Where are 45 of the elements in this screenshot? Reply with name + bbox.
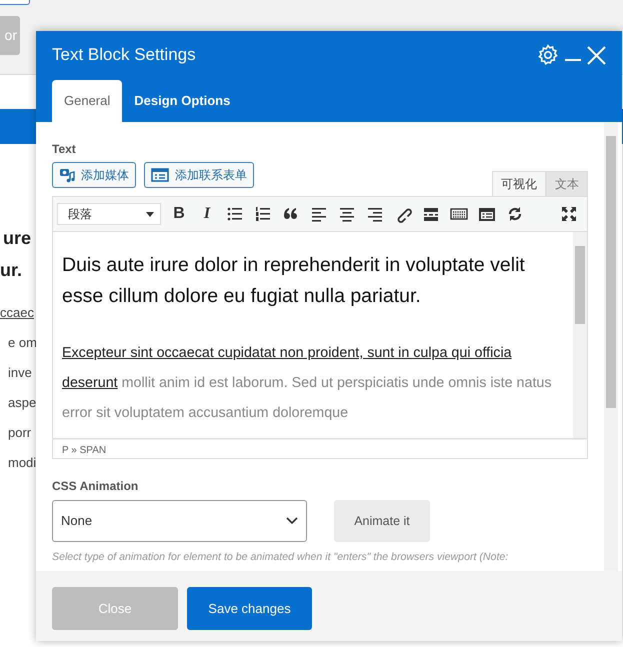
save-button[interactable]: Save changes xyxy=(187,587,312,630)
body-text: aspe xyxy=(8,394,36,412)
body-text: e om xyxy=(8,334,37,352)
body-text: porr xyxy=(8,424,32,442)
refresh-icon[interactable] xyxy=(506,205,524,223)
media-icon xyxy=(59,167,75,183)
editor-tab[interactable]: 文本 xyxy=(546,171,588,196)
read-more-icon[interactable] xyxy=(422,205,440,223)
body-text: inve xyxy=(8,364,32,382)
tab[interactable]: General xyxy=(52,80,122,122)
close-icon[interactable] xyxy=(587,46,606,64)
field-label: CSS Animation xyxy=(52,478,140,495)
dialog-title: Text Block Settings xyxy=(52,45,196,65)
fullscreen-icon[interactable] xyxy=(561,206,577,222)
text-link[interactable]: ccaec xyxy=(0,298,34,328)
element-path: P » SPAN xyxy=(52,439,588,459)
align-right-icon[interactable] xyxy=(366,205,384,223)
numbered-list-icon[interactable] xyxy=(254,205,272,223)
heading-text: ur. xyxy=(0,259,22,282)
editor-tab[interactable]: 可视化 xyxy=(492,171,546,196)
form-icon xyxy=(151,168,169,182)
scrollbar[interactable] xyxy=(604,122,618,571)
format-select[interactable]: 段落 xyxy=(57,203,161,225)
caret-icon xyxy=(146,212,154,216)
bold-button[interactable]: B xyxy=(165,204,193,224)
italic-button[interactable]: I xyxy=(193,204,221,224)
content-heading: Duis aute irure dolor in reprehenderit in voluptate velit esse cillum dolore eu fugiat nulla pariatur. xyxy=(62,253,526,309)
content-paragraph: Excepteur sint occaecat cupidatat non proident, sunt in culpa qui officia deserunt mollit anim id est laborum. Sed ut perspiciatis unde omnis iste natus error sit voluptatem accusantium doloremque xyxy=(62,344,552,423)
add-media-button[interactable]: 添加媒体 xyxy=(52,162,136,188)
align-left-icon[interactable] xyxy=(310,205,328,223)
align-center-icon[interactable] xyxy=(338,205,356,223)
scrollbar[interactable] xyxy=(573,232,587,438)
animate-button[interactable]: Animate it xyxy=(334,500,430,542)
editor-area[interactable] xyxy=(52,232,588,439)
tab[interactable]: Design Options xyxy=(122,80,242,122)
add-form-button[interactable]: 添加联系表单 xyxy=(144,162,254,188)
heading-text: ure xyxy=(3,227,32,250)
animation-select[interactable]: None xyxy=(52,500,307,542)
help-text: Select type of animation for element to be animated when it "enters" the browsers viewport (Note: xyxy=(52,550,510,565)
field-label: Text xyxy=(52,141,77,158)
bullet-list-icon[interactable] xyxy=(226,205,244,223)
form-icon[interactable] xyxy=(478,205,496,223)
body-text: modi xyxy=(8,454,36,472)
settings-icon[interactable] xyxy=(537,44,559,66)
chevron-down-icon xyxy=(286,517,298,525)
